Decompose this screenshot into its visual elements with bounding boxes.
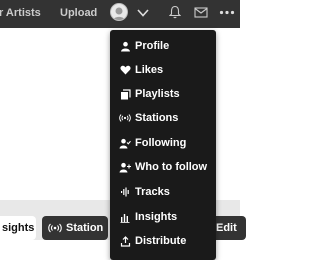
insights-button[interactable]: sights [0,216,36,240]
menu-item-insights[interactable]: Insights [110,205,216,229]
menu-item-stations[interactable]: Stations [110,106,216,130]
menu-item-playlists[interactable]: Playlists [110,82,216,106]
nav-for-artists-link[interactable]: r Artists [0,7,41,19]
menu-item-label: Likes [135,64,164,76]
waveform-icon [120,187,129,197]
menu-item-label: Insights [135,211,178,223]
avatar-placeholder-icon [112,7,126,20]
menu-item-distribute[interactable]: Distribute [110,229,216,253]
menu-item-following[interactable]: Following [110,131,216,155]
menu-item-label: Who to follow [135,161,208,173]
distribute-icon [120,235,130,247]
following-icon [119,138,131,148]
insights-button-label: sights [2,222,35,234]
menu-item-label: Profile [135,40,170,52]
mail-icon[interactable] [194,7,208,18]
who-to-follow-icon [119,162,131,172]
menu-item-label: Following [135,137,187,149]
menu-item-label: Distribute [135,235,187,247]
top-navigation-bar: r Artists Upload [0,0,240,28]
chevron-down-icon[interactable] [137,8,149,18]
menu-item-profile[interactable]: Profile [110,34,216,58]
more-icon[interactable] [219,10,235,15]
menu-item-who-to-follow[interactable]: Who to follow [110,155,216,179]
edit-button-label: Edit [216,222,237,234]
station-icon [48,223,62,233]
station-button[interactable]: Station [42,216,108,240]
station-button-label: Station [66,222,104,234]
bell-icon[interactable] [169,5,181,19]
menu-item-likes[interactable]: Likes [110,58,216,82]
insights-icon [120,213,129,223]
menu-item-tracks[interactable]: Tracks [110,180,216,204]
heart-icon [119,65,131,75]
nav-upload-link[interactable]: Upload [60,7,97,19]
user-avatar[interactable] [110,3,128,21]
station-icon [119,114,131,122]
user-dropdown-menu: Profile Likes Playlists Stations Followi… [110,30,216,260]
menu-item-label: Stations [135,112,179,124]
person-icon [120,41,130,51]
menu-item-label: Tracks [135,186,170,198]
menu-item-label: Playlists [135,88,180,100]
playlists-icon [120,88,131,99]
